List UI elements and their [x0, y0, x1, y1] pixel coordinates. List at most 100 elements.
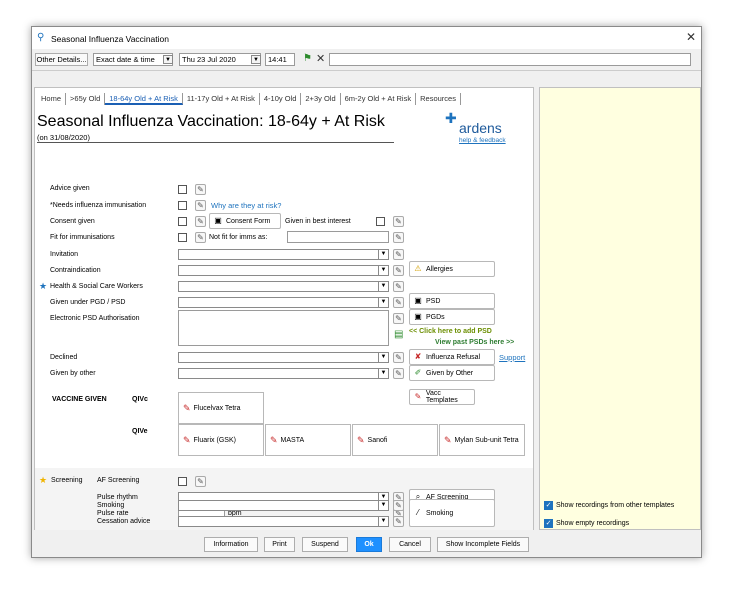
allergies-label: Allergies [426, 265, 453, 273]
syringe-icon: ✎ [183, 402, 191, 413]
why-at-risk-link[interactable]: Why are they at risk? [211, 201, 281, 210]
chevron-down-icon: ▼ [378, 282, 388, 291]
pencil-icon[interactable]: ✎ [195, 232, 206, 243]
af-checkbox[interactable] [178, 477, 187, 486]
pencil-icon[interactable]: ✎ [393, 313, 404, 324]
pencil-icon[interactable]: ✎ [393, 500, 404, 511]
fit-checkbox[interactable] [178, 233, 187, 242]
pgds-label: PGDs [426, 313, 445, 321]
free-text-field[interactable] [329, 53, 691, 66]
needs-checkbox[interactable] [178, 201, 187, 210]
time-field[interactable]: 14:41 [265, 53, 295, 66]
clear-icon[interactable]: ✕ [316, 52, 325, 65]
masta-label: MASTA [280, 436, 305, 444]
screening-label: Screening [51, 477, 83, 484]
pencil-icon[interactable]: ✎ [393, 368, 404, 379]
vaccine-heading: VACCINE GIVEN [52, 396, 107, 403]
chevron-down-icon: ▼ [378, 353, 388, 362]
support-link[interactable]: Support [499, 353, 525, 362]
cessation-select[interactable]: ▼ [178, 516, 389, 527]
given-other-select[interactable]: ▼ [178, 368, 389, 379]
pencil-icon[interactable]: ✎ [393, 352, 404, 363]
given-by-other-button[interactable]: ✐ Given by Other [409, 365, 495, 381]
vacc-templates-button[interactable]: ✎ Vacc Templates [409, 389, 475, 405]
pencil-icon[interactable]: ✎ [393, 281, 404, 292]
advice-checkbox[interactable] [178, 185, 187, 194]
information-button[interactable]: Information [204, 537, 258, 552]
show-empty-label: Show empty recordings [556, 520, 630, 527]
pencil-icon[interactable]: ✎ [393, 232, 404, 243]
warning-icon: ⚠ [414, 264, 422, 273]
tab-11-17y[interactable]: 11-17y Old + At Risk [183, 93, 260, 105]
add-psd-link[interactable]: << Click here to add PSD [409, 328, 492, 335]
pencil-icon[interactable]: ✎ [393, 516, 404, 527]
sanofi-button[interactable]: ✎ Sanofi [352, 424, 438, 456]
flucelvax-button[interactable]: ✎ Flucelvax Tetra [178, 392, 264, 424]
ok-button[interactable]: Ok [356, 537, 382, 552]
window-title: Seasonal Influenza Vaccination [51, 34, 169, 44]
tab-65y[interactable]: >65y Old [66, 93, 106, 105]
date-value: Thu 23 Jul 2020 [182, 55, 236, 64]
pencil-icon[interactable]: ✎ [393, 265, 404, 276]
mylan-button[interactable]: ✎ Mylan Sub-unit Tetra [439, 424, 525, 456]
add-psd-icon[interactable]: ▤ [394, 329, 403, 340]
fit-label: Fit for immunisations [50, 234, 115, 241]
pgd-select[interactable]: ▼ [178, 297, 389, 308]
consent-form-button[interactable]: ▣ Consent Form [209, 213, 281, 229]
pgds-button[interactable]: ▣ PGDs [409, 309, 495, 325]
pencil-icon[interactable]: ✎ [195, 184, 206, 195]
influenza-refusal-button[interactable]: ✘ Influenza Refusal [409, 349, 495, 365]
pencil-icon[interactable]: ✎ [393, 297, 404, 308]
date-mode-select[interactable]: Exact date & time [93, 53, 173, 66]
suspend-button[interactable]: Suspend [302, 537, 348, 552]
other-details-button[interactable]: Other Details... [35, 53, 88, 66]
hscw-select[interactable]: ▼ [178, 281, 389, 292]
show-empty-checkbox[interactable]: ✓ [544, 519, 553, 528]
tab-6m-2y[interactable]: 6m-2y Old + At Risk [341, 93, 417, 105]
template-icon: ✎ [414, 392, 422, 401]
date-field[interactable]: Thu 23 Jul 2020 [179, 53, 261, 66]
title-bar: ⚲ Seasonal Influenza Vaccination ✕ [32, 27, 701, 49]
psd-button[interactable]: ▣ PSD [409, 293, 495, 309]
declined-select[interactable]: ▼ [178, 352, 389, 363]
pencil-icon[interactable]: ✎ [393, 249, 404, 260]
epsd-textarea[interactable] [178, 310, 389, 346]
close-icon[interactable]: ✕ [686, 30, 696, 44]
tab-home[interactable]: Home [37, 93, 67, 105]
date-note: (on 31/08/2020) [37, 133, 90, 142]
view-psd-link[interactable]: View past PSDs here >> [435, 339, 514, 346]
flag-icon[interactable]: ⚑ [303, 53, 312, 64]
fluarix-button[interactable]: ✎ Fluarix (GSK) [178, 424, 264, 456]
chevron-down-icon: ▼ [378, 517, 388, 526]
smoking-button[interactable]: ⁄ Smoking [409, 499, 495, 527]
invitation-select[interactable]: ▼ [178, 249, 389, 260]
tab-resources[interactable]: Resources [416, 93, 461, 105]
pencil-icon[interactable]: ✎ [195, 200, 206, 211]
show-incomplete-button[interactable]: Show Incomplete Fields [437, 537, 529, 552]
calendar-dropdown-icon[interactable]: ▼ [251, 55, 261, 64]
refusal-label: Influenza Refusal [426, 353, 481, 361]
hscw-label: Health & Social Care Workers [50, 283, 143, 290]
best-interest-checkbox[interactable] [376, 217, 385, 226]
help-feedback-link[interactable]: help & feedback [459, 137, 506, 144]
not-fit-reason-field[interactable] [287, 231, 389, 243]
tab-18-64y[interactable]: 18-64y Old + At Risk [105, 93, 183, 105]
show-other-checkbox[interactable]: ✓ [544, 501, 553, 510]
smoking-select[interactable]: ▼ [178, 500, 389, 511]
contraindication-select[interactable]: ▼ [178, 265, 389, 276]
bottom-bar: Information Print Suspend Ok Cancel Show… [32, 533, 701, 557]
print-button[interactable]: Print [264, 537, 295, 552]
consent-checkbox[interactable] [178, 217, 187, 226]
tab-2-3y[interactable]: 2+3y Old [301, 93, 341, 105]
tab-bar: Home >65y Old 18-64y Old + At Risk 11-17… [37, 93, 461, 105]
pencil-icon[interactable]: ✎ [393, 216, 404, 227]
cancel-button[interactable]: Cancel [389, 537, 431, 552]
allergies-button[interactable]: ⚠ Allergies [409, 261, 495, 277]
tab-4-10y[interactable]: 4-10y Old [260, 93, 302, 105]
show-other-label: Show recordings from other templates [556, 502, 675, 509]
chevron-down-icon[interactable]: ▼ [163, 55, 173, 64]
masta-button[interactable]: ✎ MASTA [265, 424, 351, 456]
vaccination-window: ⚲ Seasonal Influenza Vaccination ✕ Other… [31, 26, 702, 558]
pencil-icon[interactable]: ✎ [195, 476, 206, 487]
pencil-icon[interactable]: ✎ [195, 216, 206, 227]
